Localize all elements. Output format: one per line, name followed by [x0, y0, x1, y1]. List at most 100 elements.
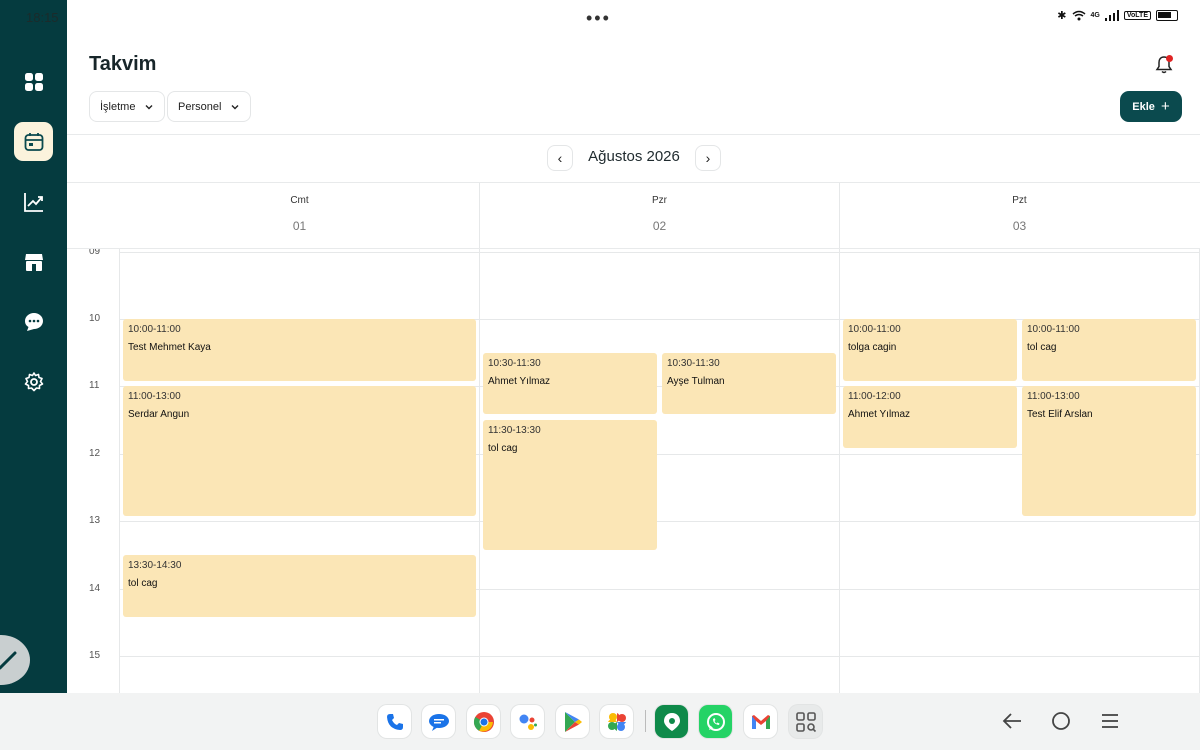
day-number: 02 [652, 219, 667, 233]
hour-label: 11 [89, 380, 100, 391]
day-header-divider [839, 183, 840, 249]
event-name: Test Elif Arslan [1027, 409, 1093, 420]
header-divider [67, 134, 1200, 135]
event-card[interactable]: 10:00-11:00 tol cag [1022, 319, 1196, 381]
event-card[interactable]: 13:30-14:30 tol cag [123, 555, 476, 617]
battery-icon [1156, 10, 1178, 21]
wifi-icon [1072, 10, 1085, 21]
event-card[interactable]: 11:00-13:00 Test Elif Arslan [1022, 386, 1196, 516]
next-month-button[interactable]: › [695, 145, 721, 171]
network-type: 4G [1090, 12, 1100, 19]
event-card[interactable]: 10:00-11:00 Test Mehmet Kaya [123, 319, 476, 381]
event-time: 11:00-12:00 [848, 391, 901, 402]
hour-label: 14 [89, 583, 101, 594]
hour-line [119, 521, 1200, 522]
page-title: Takvim [89, 53, 157, 75]
month-label: Ağustos 2026 [588, 148, 680, 165]
event-name: Ayşe Tulman [667, 376, 725, 387]
gear-icon[interactable] [14, 362, 53, 401]
chevron-down-icon [231, 104, 239, 109]
chat-icon[interactable] [14, 302, 53, 341]
event-time: 11:00-13:00 [128, 391, 181, 402]
hour-label: 09 [89, 249, 101, 257]
volte-badge: VoLTE [1123, 11, 1151, 20]
event-name: tol cag [1027, 342, 1057, 353]
recents-icon[interactable] [1099, 710, 1121, 732]
back-icon[interactable] [1001, 710, 1023, 732]
day-name: Pzt [1012, 195, 1027, 206]
event-time: 10:30-11:30 [667, 358, 720, 369]
calendar-grid[interactable]: 09 10 11 12 13 14 15 10:00-11:00 Test Me… [67, 249, 1200, 693]
event-card[interactable]: 11:00-12:00 Ahmet Yılmaz [843, 386, 1017, 448]
hour-label: 13 [89, 515, 101, 526]
phone-icon[interactable] [378, 705, 411, 738]
maps-icon[interactable] [655, 705, 688, 738]
event-time: 11:30-13:30 [488, 425, 541, 436]
messages-icon[interactable] [422, 705, 455, 738]
event-card[interactable]: 10:30-11:30 Ahmet Yılmaz [483, 353, 657, 414]
day-name: Cmt [290, 195, 309, 206]
chrome-icon[interactable] [467, 705, 500, 738]
day-name: Pzr [652, 195, 667, 206]
bluetooth-icon: ✱ [1057, 10, 1067, 22]
filter-personel-label: Personel [178, 100, 222, 113]
event-card[interactable]: 11:30-13:30 tol cag [483, 420, 657, 550]
photos-icon[interactable] [600, 705, 633, 738]
hour-label: 12 [89, 448, 101, 459]
event-time: 10:00-11:00 [128, 324, 181, 335]
day-header[interactable]: Pzt 03 [840, 183, 1199, 248]
day-header[interactable]: Pzr 02 [480, 183, 839, 248]
day-header-divider [479, 183, 480, 249]
gmail-icon[interactable] [744, 705, 777, 738]
store-icon[interactable] [14, 242, 53, 281]
event-name: Test Mehmet Kaya [128, 342, 211, 353]
event-time: 11:00-13:00 [1027, 391, 1080, 402]
event-card[interactable]: 10:00-11:00 tolga cagin [843, 319, 1017, 381]
hour-label: 10 [89, 313, 101, 324]
event-card[interactable]: 10:30-11:30 Ayşe Tulman [662, 353, 836, 414]
day-number: 03 [1012, 219, 1027, 233]
sidebar [0, 0, 67, 693]
event-time: 10:30-11:30 [488, 358, 541, 369]
filter-personel[interactable]: Personel [167, 91, 252, 122]
status-time: 18:15 [26, 10, 59, 25]
edit-fab[interactable] [0, 635, 30, 685]
event-time: 10:00-11:00 [1027, 324, 1080, 335]
add-button[interactable]: Ekle + [1120, 91, 1182, 122]
plus-icon: + [1160, 98, 1170, 115]
play-store-icon[interactable] [556, 705, 589, 738]
event-name: Serdar Angun [128, 409, 190, 420]
filter-isletme[interactable]: İşletme [89, 91, 166, 122]
event-card[interactable]: 11:00-13:00 Serdar Angun [123, 386, 476, 516]
assistant-icon[interactable] [511, 705, 544, 738]
event-name: Ahmet Yılmaz [848, 409, 911, 420]
notification-dot [1166, 55, 1173, 62]
event-name: Ahmet Yılmaz [488, 376, 551, 387]
hour-line [119, 656, 1200, 657]
calendar-icon[interactable] [14, 122, 53, 161]
status-icons: ✱ 4G VoLTE [1057, 9, 1178, 22]
chevron-down-icon [145, 104, 153, 109]
pencil-icon [0, 651, 17, 670]
grid-icon[interactable] [14, 62, 53, 101]
event-name: tol cag [488, 443, 518, 454]
home-icon[interactable] [1050, 710, 1072, 732]
chart-icon[interactable] [14, 182, 53, 221]
filter-isletme-label: İşletme [100, 100, 136, 113]
hour-line [119, 252, 1200, 253]
whatsapp-icon[interactable] [699, 705, 732, 738]
add-button-label: Ekle [1132, 100, 1155, 113]
event-time: 13:30-14:30 [128, 560, 182, 571]
grid-vline [119, 249, 120, 693]
hour-label: 15 [89, 650, 101, 661]
day-header[interactable]: Cmt 01 [120, 183, 479, 248]
dock-separator [645, 710, 646, 732]
app-drawer-icon[interactable] [789, 705, 822, 738]
event-name: tol cag [128, 578, 158, 589]
window-menu-dots[interactable]: ••• [586, 8, 611, 29]
grid-vline [479, 249, 480, 693]
event-time: 10:00-11:00 [848, 324, 901, 335]
grid-vline [839, 249, 840, 693]
event-name: tolga cagin [848, 342, 897, 353]
signal-icon [1104, 10, 1119, 21]
